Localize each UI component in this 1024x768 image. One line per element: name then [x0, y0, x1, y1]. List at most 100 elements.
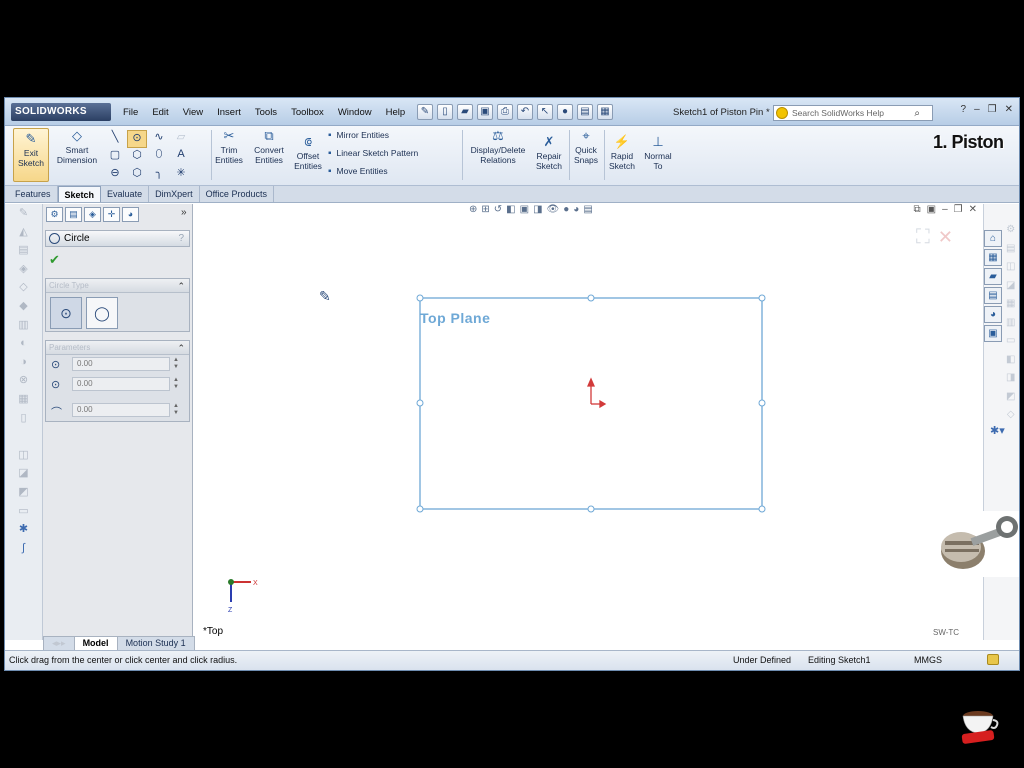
units-status[interactable]: MMGS: [914, 651, 942, 669]
collapse-icon[interactable]: ⌃: [177, 279, 185, 293]
tab-features[interactable]: Features: [9, 186, 58, 202]
tab-model-dim[interactable]: ◂▸▸: [43, 636, 75, 651]
search-icon[interactable]: ⌕: [914, 107, 920, 121]
tool-icon[interactable]: ▤: [1006, 243, 1015, 261]
tool-icon[interactable]: ▦: [1006, 298, 1015, 316]
sketch-tool-icon[interactable]: [5, 427, 42, 446]
rectangle-tool-icon[interactable]: ▢: [105, 148, 125, 166]
sketch-tool-icon[interactable]: ▭: [5, 502, 42, 521]
polygon-tool-icon[interactable]: ⬡: [127, 148, 147, 166]
menu-file[interactable]: File: [123, 107, 138, 118]
tab-office-products[interactable]: Office Products: [200, 186, 274, 202]
rebuild-icon[interactable]: ●: [557, 104, 573, 120]
menu-edit[interactable]: Edit: [152, 107, 168, 118]
normal-to-button[interactable]: ⊥ Normal To: [641, 134, 675, 171]
pin-icon[interactable]: ✎: [417, 104, 433, 120]
move-entities-button[interactable]: Move Entities: [328, 166, 418, 177]
tool-icon[interactable]: ◇: [1006, 409, 1015, 427]
tool-icon[interactable]: ▥: [1006, 317, 1015, 335]
close-icon[interactable]: ✕: [1005, 104, 1013, 115]
sketch-tool-icon[interactable]: ▯: [5, 409, 42, 428]
tool-icon[interactable]: ▭: [1006, 335, 1015, 353]
select-cursor-icon[interactable]: ↖: [537, 104, 553, 120]
options-icon[interactable]: ▦: [597, 104, 613, 120]
radius-field[interactable]: 0.00: [72, 403, 170, 417]
graphics-area[interactable]: ⊕ ⊞ ↺ ◧ ▣ ◨ 👁 ● ◕ ▤ ⧉ ▣ – ❐ ✕ ⛶ ✕ ✎ X Z …: [193, 204, 983, 640]
circle-type-header[interactable]: Circle Type ⌃: [46, 279, 189, 293]
center-x-field[interactable]: 0.00: [72, 357, 170, 371]
sketch-tool-icon[interactable]: ◭: [5, 223, 42, 242]
solidworks-logo[interactable]: SOLIDWORKS: [11, 103, 111, 121]
collapse-icon[interactable]: ⌃: [177, 341, 185, 355]
help-icon[interactable]: ?: [178, 231, 184, 246]
spinner-icon[interactable]: ▲ ▼: [173, 377, 179, 391]
sketch-tool-icon[interactable]: ◫: [5, 446, 42, 465]
sketch-tool-icon[interactable]: ✎: [5, 204, 42, 223]
plane-tool-icon[interactable]: ▱: [171, 130, 191, 148]
center-y-field[interactable]: 0.00: [72, 377, 170, 391]
tab-sketch[interactable]: Sketch: [57, 186, 102, 202]
repair-sketch-button[interactable]: ✗ Repair Sketch: [531, 134, 567, 171]
rapid-sketch-button[interactable]: ⚡ Rapid Sketch: [605, 134, 639, 171]
undo-icon[interactable]: ↶: [517, 104, 533, 120]
parameters-header[interactable]: Parameters ⌃: [46, 341, 189, 355]
display-delete-relations-button[interactable]: ⚖ Display/Delete Relations: [465, 128, 531, 165]
sketch-tool-icon[interactable]: ▦: [5, 390, 42, 409]
file-properties-icon[interactable]: ▤: [577, 104, 593, 120]
offset-entities-button[interactable]: ⟃ Offset Entities: [289, 134, 327, 171]
spline-tool-icon[interactable]: ∿: [149, 130, 169, 148]
view-palette-icon[interactable]: ▤: [984, 287, 1002, 304]
text-tool-icon[interactable]: A: [171, 148, 191, 166]
feature-manager-tab-icon[interactable]: ⚙: [46, 207, 63, 222]
menu-insert[interactable]: Insert: [217, 107, 241, 118]
sketch-tool-icon[interactable]: ◆: [5, 297, 42, 316]
spinner-icon[interactable]: ▲ ▼: [173, 403, 179, 417]
fillet-tool-icon[interactable]: ╮: [149, 166, 169, 184]
search-help-box[interactable]: Search SolidWorks Help ⌕: [773, 105, 933, 121]
sketch-tool-icon[interactable]: ◐: [5, 334, 42, 353]
configuration-manager-tab-icon[interactable]: ◈: [84, 207, 101, 222]
polygon-small-icon[interactable]: ⬡: [127, 166, 147, 184]
sketch-tool-icon[interactable]: ◩: [5, 483, 42, 502]
minimize-icon[interactable]: –: [974, 104, 980, 115]
tool-icon[interactable]: ◫: [1006, 261, 1015, 279]
open-folder-icon[interactable]: ▰: [457, 104, 473, 120]
sketch-tool-icon[interactable]: ▤: [5, 241, 42, 260]
smart-sketch-icon[interactable]: ✱: [5, 520, 42, 539]
smart-dimension-button[interactable]: ◇ Smart Dimension: [55, 128, 99, 165]
convert-entities-button[interactable]: ⧉ Convert Entities: [249, 128, 289, 165]
center-circle-icon[interactable]: ⊙: [50, 297, 82, 329]
property-manager-tab-icon[interactable]: ▤: [65, 207, 82, 222]
print-icon[interactable]: ⎙: [497, 104, 513, 120]
mirror-entities-button[interactable]: Mirror Entities: [328, 130, 418, 141]
menu-help[interactable]: Help: [386, 107, 406, 118]
tooltip-toggle-icon[interactable]: [987, 654, 999, 665]
sketch-tool-icon[interactable]: ◇: [5, 278, 42, 297]
tool-icon[interactable]: ◧: [1006, 354, 1015, 372]
slot-tool-icon[interactable]: ⊖: [105, 166, 125, 184]
sketch-tool-icon[interactable]: ◪: [5, 464, 42, 483]
chevron-right-icon[interactable]: »: [181, 207, 187, 218]
tab-motion-study[interactable]: Motion Study 1: [116, 636, 195, 651]
menu-window[interactable]: Window: [338, 107, 372, 118]
restore-icon[interactable]: ❐: [988, 104, 997, 115]
design-library-icon[interactable]: ▦: [984, 249, 1002, 266]
custom-properties-icon[interactable]: ▣: [984, 325, 1002, 342]
sketch-tool-icon[interactable]: ⊗: [5, 371, 42, 390]
tool-icon[interactable]: ⚙: [1006, 224, 1015, 242]
tool-icon[interactable]: ◩: [1006, 391, 1015, 409]
tool-icon[interactable]: ◪: [1006, 280, 1015, 298]
new-document-icon[interactable]: ▯: [437, 104, 453, 120]
menu-view[interactable]: View: [183, 107, 203, 118]
ok-check-icon[interactable]: ✔: [49, 252, 192, 270]
tab-evaluate[interactable]: Evaluate: [101, 186, 150, 202]
perimeter-circle-icon[interactable]: ◯: [86, 297, 118, 329]
spinner-icon[interactable]: ▲ ▼: [173, 357, 179, 371]
home-icon[interactable]: ⌂: [984, 230, 1002, 247]
point-tool-icon[interactable]: ✳: [171, 166, 191, 184]
circle-tool-icon[interactable]: ⊙: [127, 130, 147, 148]
ellipse-tool-icon[interactable]: ⬯: [149, 148, 169, 166]
menu-tools[interactable]: Tools: [255, 107, 277, 118]
file-explorer-icon[interactable]: ▰: [984, 268, 1002, 285]
tool-icon[interactable]: ◨: [1006, 372, 1015, 390]
